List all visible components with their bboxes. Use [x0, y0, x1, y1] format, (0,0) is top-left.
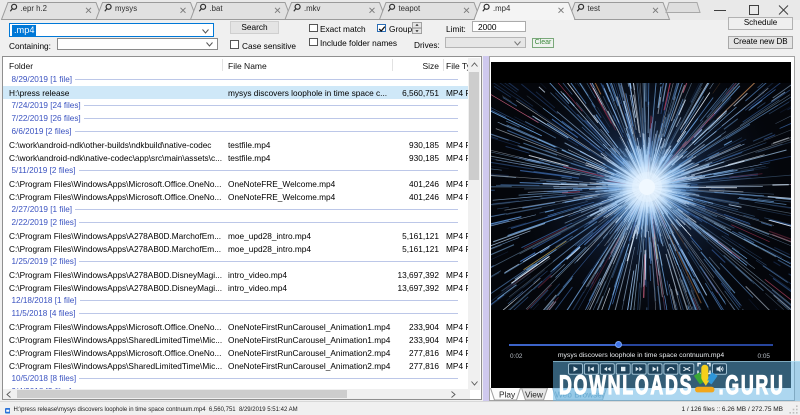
svg-text:test: test: [588, 4, 601, 13]
svg-text:teapot: teapot: [399, 4, 422, 13]
svg-text:View: View: [525, 389, 544, 399]
svg-text:Web Browser: Web Browser: [555, 389, 605, 399]
svg-text:Play: Play: [499, 389, 516, 399]
svg-text:.mkv: .mkv: [304, 4, 321, 13]
svg-text:.epr h.2: .epr h.2: [21, 4, 47, 13]
svg-text:.mp4: .mp4: [493, 4, 511, 13]
svg-text:mysys: mysys: [115, 4, 137, 13]
svg-text:.bat: .bat: [210, 4, 224, 13]
